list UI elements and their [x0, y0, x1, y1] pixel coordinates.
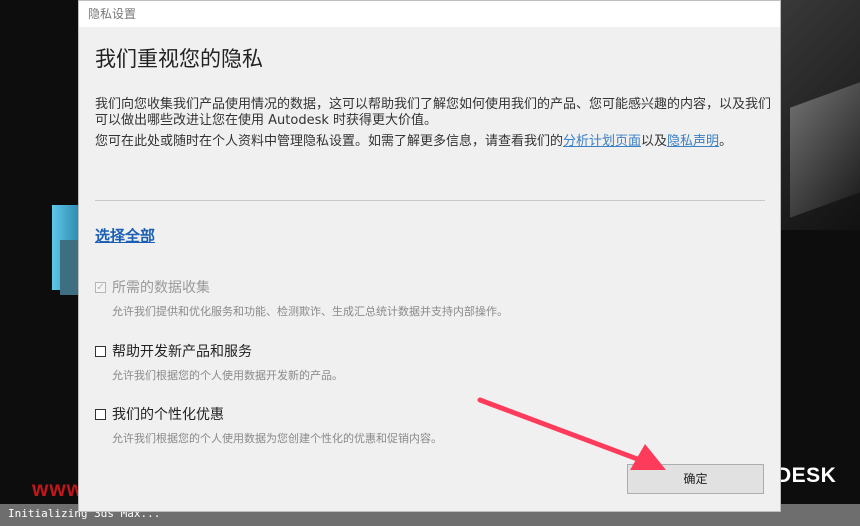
dialog-title: 隐私设置 [79, 1, 780, 27]
option-product-development: 帮助开发新产品和服务 允许我们根据您的个人使用数据开发新的产品。 [95, 341, 343, 383]
product-development-checkbox[interactable] [95, 345, 106, 357]
brand-logo-text: DESK [776, 464, 837, 487]
option-required-data: ✓ 所需的数据收集 允许我们提供和优化服务和功能、检测欺诈、生成汇总统计数据并支… [95, 277, 508, 319]
dialog-heading: 我们重视您的隐私 [95, 47, 263, 71]
option-label[interactable]: 帮助开发新产品和服务 [112, 341, 252, 361]
option-description: 允许我们根据您的个人使用数据开发新的产品。 [112, 369, 343, 382]
info-text: 以及 [641, 134, 668, 149]
info-paragraph: 您可在此处或随时在个人资料中管理隐私设置。如需了解更多信息，请查看我们的分析计划… [95, 134, 771, 150]
analytics-program-link[interactable]: 分析计划页面 [563, 134, 641, 149]
option-label: 所需的数据收集 [112, 280, 210, 296]
privacy-statement-link[interactable]: 隐私声明 [667, 134, 719, 149]
required-data-checkbox: ✓ [95, 281, 106, 293]
personalized-offers-checkbox[interactable] [95, 408, 106, 420]
option-personalized-offers: 我们的个性化优惠 允许我们根据您的个人使用数据为您创建个性化的优惠和促销内容。 [95, 404, 442, 446]
option-description: 允许我们根据您的个人使用数据为您创建个性化的优惠和促销内容。 [112, 432, 442, 445]
info-text: 您可在此处或随时在个人资料中管理隐私设置。如需了解更多信息，请查看我们的 [95, 134, 564, 149]
option-label[interactable]: 我们的个性化优惠 [112, 404, 224, 424]
privacy-dialog: 隐私设置 我们重视您的隐私 我们向您收集我们产品使用情况的数据，这可以帮助我们了… [78, 0, 781, 512]
intro-paragraph: 我们向您收集我们产品使用情况的数据，这可以帮助我们了解您如何使用我们的产品、您可… [95, 97, 772, 128]
ok-button[interactable]: 确定 [627, 464, 764, 494]
background-graphic [60, 240, 80, 295]
option-description: 允许我们提供和优化服务和功能、检测欺诈、生成汇总统计数据并支持内部操作。 [112, 305, 508, 318]
select-all-link[interactable]: 选择全部 [95, 225, 155, 246]
divider [95, 200, 765, 201]
info-text: 。 [719, 134, 733, 149]
